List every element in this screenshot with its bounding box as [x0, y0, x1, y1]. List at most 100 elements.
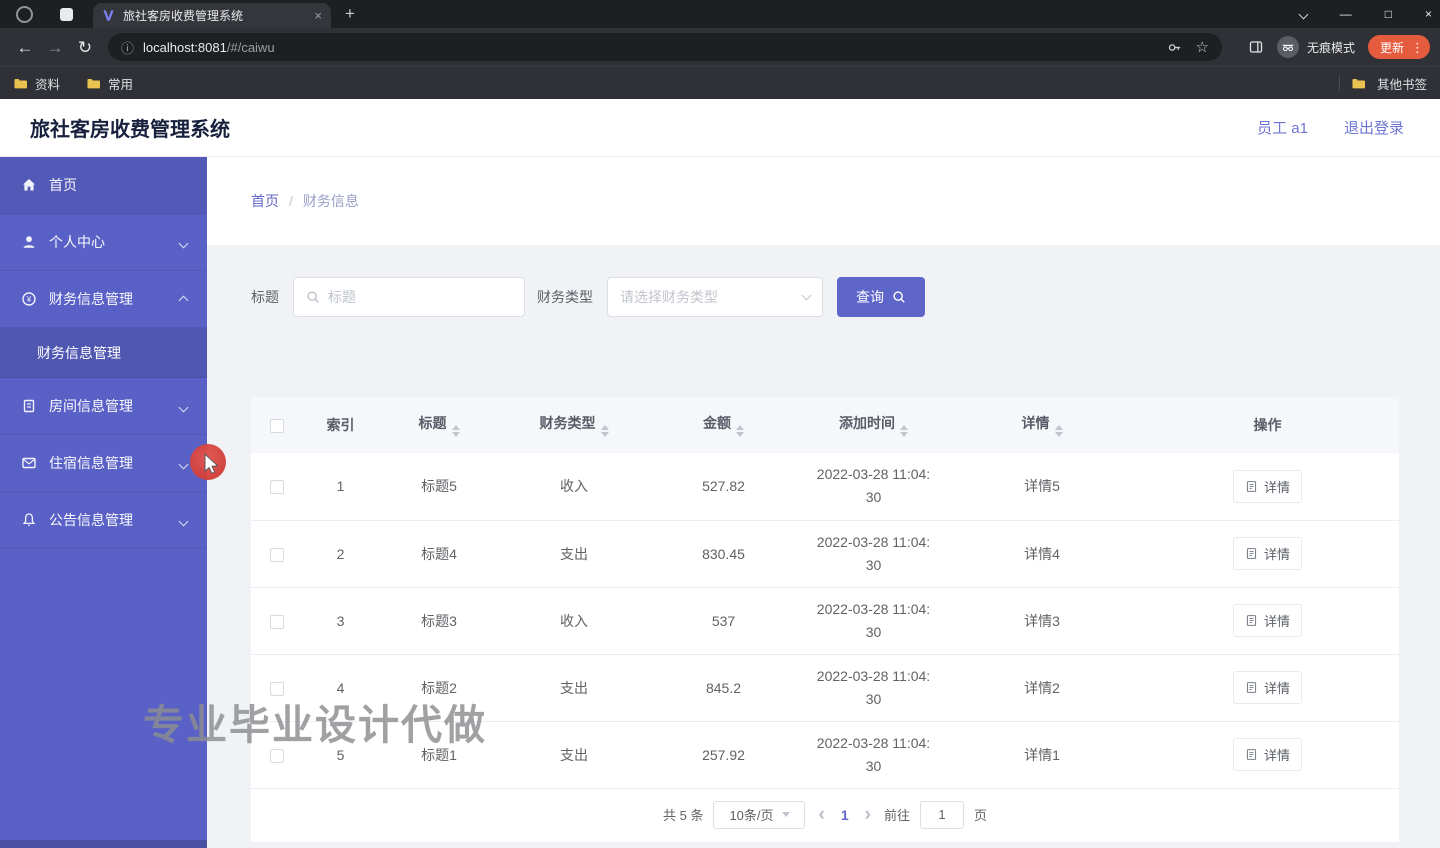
back-button[interactable]: ← [10, 39, 40, 56]
page-size-value: 10条/页 [729, 808, 774, 823]
goto-page-input[interactable] [919, 800, 964, 829]
password-key-icon[interactable] [1167, 40, 1182, 55]
incognito-badge[interactable]: 无痕模式 [1276, 36, 1355, 58]
title-filter-input[interactable] [328, 289, 512, 305]
sidebar-item-notices[interactable]: 公告信息管理 [0, 492, 207, 549]
screen: 旅社客房收费管理系统 × + — □ × ← → ↻ ⓘ localhost:8… [0, 0, 1440, 848]
cell-time: 2022-03-28 11:04:30 [799, 520, 948, 588]
tab-title: 旅社客房收费管理系统 [123, 9, 244, 23]
browser-profile-icon[interactable] [16, 6, 33, 23]
sort-icon[interactable] [600, 425, 609, 437]
row-checkbox[interactable] [270, 480, 284, 495]
cell-amount: 257.92 [648, 721, 799, 789]
bookmark-folder-2[interactable]: 常用 [86, 74, 133, 93]
column-header-index[interactable]: 索引 [303, 397, 378, 453]
cell-title: 标题5 [378, 453, 500, 521]
site-info-icon[interactable]: ⓘ [121, 38, 134, 57]
sort-icon[interactable] [736, 425, 744, 437]
detail-button[interactable]: 详情 [1232, 469, 1302, 503]
mouse-pointer-icon [204, 453, 219, 474]
row-checkbox[interactable] [270, 547, 284, 562]
bookmark-folder-1[interactable]: 资料 [13, 74, 60, 93]
breadcrumb: 首页 / 财务信息 [207, 157, 1440, 245]
browser-tab[interactable]: 旅社客房收费管理系统 × [93, 3, 331, 28]
cell-detail: 详情5 [948, 453, 1136, 521]
sidebar-subitem-label: 财务信息管理 [37, 344, 121, 361]
sidebar-item-lodging[interactable]: 住宿信息管理 [0, 435, 207, 492]
search-button[interactable]: 查询 [837, 277, 925, 317]
sort-icon[interactable] [451, 425, 460, 437]
breadcrumb-home[interactable]: 首页 [251, 191, 279, 211]
cell-type: 收入 [500, 587, 648, 655]
detail-button[interactable]: 详情 [1232, 738, 1302, 771]
sidebar: 首页 个人中心 ¥ 财务信息管理 财务信息管理 房间信息管理 住宿信息管理 公告… [0, 157, 207, 848]
new-tab-button[interactable]: + [345, 5, 355, 22]
forward-button[interactable]: → [40, 39, 70, 56]
app-header: 旅社客房收费管理系统 员工 a1 退出登录 [0, 99, 1440, 157]
document-icon [1246, 615, 1257, 626]
sidebar-item-rooms[interactable]: 房间信息管理 [0, 378, 207, 435]
column-header-title[interactable]: 标题 [378, 397, 500, 453]
menu-kebab-icon[interactable]: ⋮ [1411, 41, 1424, 54]
side-panel-icon[interactable] [1248, 39, 1264, 55]
sort-icon[interactable] [1054, 425, 1063, 437]
detail-button[interactable]: 详情 [1232, 604, 1302, 637]
chevron-down-icon [781, 812, 790, 817]
current-page[interactable]: 1 [838, 807, 852, 823]
detail-button[interactable]: 详情 [1232, 537, 1302, 570]
title-filter-field [293, 277, 525, 317]
cell-amount: 830.45 [648, 520, 799, 588]
row-checkbox[interactable] [270, 614, 284, 629]
window-close-button[interactable]: × [1425, 8, 1432, 20]
page-size-select[interactable]: 10条/页 [713, 800, 806, 829]
sidebar-item-finance[interactable]: ¥ 财务信息管理 [0, 271, 207, 328]
chevron-down-icon [801, 290, 812, 301]
column-header-detail[interactable]: 详情 [948, 397, 1136, 453]
logout-link[interactable]: 退出登录 [1344, 117, 1404, 138]
select-all-checkbox[interactable] [270, 419, 284, 434]
cell-type: 支出 [500, 654, 648, 722]
toolbar-right: 无痕模式 更新 ⋮ [1234, 35, 1430, 59]
column-header-type[interactable]: 财务类型 [500, 397, 648, 453]
other-bookmarks[interactable]: 其他书签 [1338, 74, 1427, 93]
prev-page-button[interactable]: ‹ [815, 805, 827, 824]
cell-index: 3 [303, 587, 378, 655]
maximize-button[interactable]: □ [1385, 8, 1392, 20]
bookmark-star-icon[interactable]: ☆ [1196, 38, 1209, 56]
column-header-amount[interactable]: 金额 [648, 397, 799, 453]
cell-amount: 537 [648, 587, 799, 655]
page-unit-label: 页 [973, 808, 987, 823]
tab-close-icon[interactable]: × [314, 9, 322, 22]
browser-update-button[interactable]: 更新 ⋮ [1367, 35, 1430, 59]
next-page-button[interactable]: › [862, 805, 874, 824]
cell-type: 支出 [500, 520, 648, 588]
row-checkbox[interactable] [270, 681, 284, 696]
table-header-row: 索引 标题 财务类型 金额 添加时间 详情 操作 [251, 397, 1399, 453]
row-checkbox[interactable] [270, 748, 284, 763]
tab-favicon [103, 10, 114, 21]
filter-bar: 标题 财务类型 请选择财务类型 查询 [251, 277, 1399, 317]
main-content: 首页 / 财务信息 标题 财务类型 请选择财务类型 查询 [207, 157, 1440, 848]
cell-amount: 527.82 [648, 453, 799, 521]
column-header-time[interactable]: 添加时间 [799, 397, 948, 453]
cell-actions: 详情 [1136, 453, 1399, 521]
cell-actions: 详情 [1136, 721, 1399, 789]
sidebar-subitem-finance-manage[interactable]: 财务信息管理 [0, 328, 207, 378]
sidebar-item-profile[interactable]: 个人中心 [0, 214, 207, 271]
minimize-button[interactable]: — [1340, 8, 1352, 20]
pinned-tab-icon[interactable] [60, 8, 73, 21]
bell-icon [20, 511, 38, 529]
table-row: 1 标题5 收入 527.82 2022-03-28 11:04:30 详情5 … [251, 453, 1399, 521]
type-filter-select[interactable]: 请选择财务类型 [607, 277, 823, 317]
detail-button[interactable]: 详情 [1232, 671, 1302, 704]
reload-button[interactable]: ↻ [70, 39, 100, 56]
sidebar-item-home[interactable]: 首页 [0, 157, 207, 214]
tab-search-chevron-icon[interactable] [1298, 9, 1309, 19]
address-bar[interactable]: ⓘ localhost:8081/#/caiwu ☆ [108, 33, 1222, 61]
update-label: 更新 [1379, 40, 1404, 55]
window-controls: — □ × [1298, 8, 1432, 20]
sort-icon[interactable] [900, 425, 908, 437]
title-filter-label: 标题 [251, 289, 279, 305]
app-title: 旅社客房收费管理系统 [30, 119, 230, 141]
document-icon [1246, 548, 1257, 559]
